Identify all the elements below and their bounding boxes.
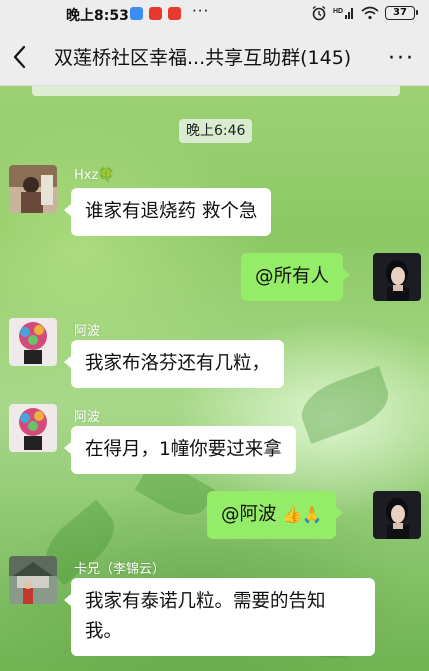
message-text: 我。 [85,621,123,642]
message-text: 在得月，1幢你要过来拿 [85,439,282,460]
message-text: 我家有泰诺几粒。需要的告知 [85,591,326,612]
message-bubble[interactable]: 我家布洛芬还有几粒， [63,340,285,388]
avatar[interactable] [9,165,57,213]
message-bubble[interactable]: 我家有泰诺几粒。需要的告知 我。 [64,578,375,656]
background-leaf [294,366,396,444]
app-notification-icon [168,7,181,20]
svg-text:HD: HD [333,8,343,15]
more-options-button[interactable]: ··· [388,46,415,71]
app-notification-icon [130,7,143,20]
avatar[interactable] [9,556,57,604]
sender-name: 卡兄（李锦云） [74,562,166,577]
message-text: 我家布洛芬还有几粒， [85,353,271,374]
battery-icon: 37 [385,6,418,20]
message-bubble[interactable]: 谁家有退烧药 救个急 [63,188,272,236]
alarm-icon [312,5,326,21]
status-time: 晚上8:53 [66,8,129,24]
avatar[interactable] [9,404,57,452]
sender-name: 阿波 [74,410,101,425]
chat-title: 双莲桥社区幸福...共享互助群(145) [54,47,352,69]
app-notification-icon [149,7,162,20]
sender-name: Hxz🍀 [74,168,115,183]
message-text: @所有人 [255,266,330,287]
status-bar: 晚上8:53 ··· HD 37 [0,0,429,28]
thumbs-up-pray-emoji: 👍🙏 [282,505,323,524]
message-text: 谁家有退烧药 救个急 [85,201,258,222]
self-avatar[interactable] [373,491,421,539]
message-text: @阿波 [221,504,283,525]
avatar[interactable] [9,318,57,366]
chat-background [0,0,429,671]
chat-header: 双莲桥社区幸福...共享互助群(145) ··· [0,28,429,86]
message-bubble[interactable]: 在得月，1幢你要过来拿 [64,426,296,474]
back-arrow-icon[interactable] [8,42,32,72]
message-timestamp: 晚上6:46 [179,119,253,143]
wifi-icon [361,6,379,20]
more-notifications-icon: ··· [192,2,210,20]
signal-icon: HD [333,8,353,19]
sender-name: 阿波 [74,324,101,339]
system-message-strip [32,86,400,96]
message-bubble[interactable]: @所有人 [241,253,351,301]
message-bubble[interactable]: @阿波 👍🙏 [207,491,344,539]
self-avatar[interactable] [373,253,421,301]
